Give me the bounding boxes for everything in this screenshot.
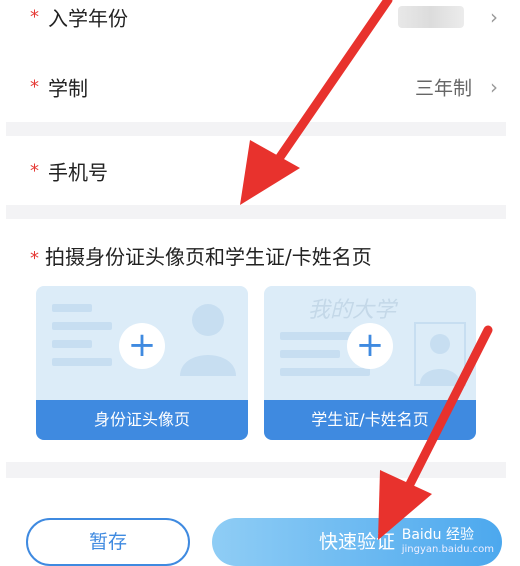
required-marker: * — [30, 76, 39, 98]
required-marker: * — [30, 248, 39, 269]
baidu-jingyan-watermark: Baidu 经验 jingyan.baidu.com — [402, 524, 494, 555]
person-silhouette-icon — [180, 304, 236, 376]
photo-section-title-text: 拍摄身份证头像页和学生证/卡姓名页 — [45, 245, 372, 269]
plus-icon[interactable]: + — [119, 323, 165, 369]
section-divider — [6, 462, 506, 478]
photo-section-title: * 拍摄身份证头像页和学生证/卡姓名页 — [30, 241, 372, 270]
phone-label: 手机号 — [48, 160, 108, 185]
chevron-right-icon: › — [490, 75, 498, 99]
plus-icon[interactable]: + — [347, 323, 393, 369]
schooling-value: 三年制 — [414, 77, 472, 100]
admission-year-row[interactable]: * 入学年份 › — [0, 0, 520, 52]
schooling-row[interactable]: * 学制 三年制 › — [0, 52, 520, 122]
student-card-upload[interactable]: 我的大学 + 学生证/卡姓名页 — [264, 286, 476, 440]
schooling-label: 学制 — [48, 76, 88, 101]
section-divider — [6, 205, 506, 219]
chevron-right-icon: › — [490, 5, 498, 29]
required-marker: * — [30, 6, 39, 28]
admission-year-label: 入学年份 — [48, 6, 128, 31]
id-card-caption: 身份证头像页 — [36, 400, 248, 440]
required-marker: * — [30, 160, 39, 182]
admission-year-value-blurred — [398, 6, 464, 28]
section-divider — [6, 122, 506, 136]
id-card-upload[interactable]: + 身份证头像页 — [36, 286, 248, 440]
person-silhouette-icon — [414, 322, 466, 386]
student-card-overlay-text: 我的大学 — [308, 298, 397, 323]
watermark-text: Baidu 经验 — [401, 527, 475, 543]
student-card-caption: 学生证/卡姓名页 — [264, 400, 476, 440]
watermark-url: jingyan.baidu.com — [401, 544, 494, 555]
save-draft-button[interactable]: 暂存 — [26, 518, 190, 566]
phone-row[interactable]: * 手机号 — [0, 136, 520, 206]
